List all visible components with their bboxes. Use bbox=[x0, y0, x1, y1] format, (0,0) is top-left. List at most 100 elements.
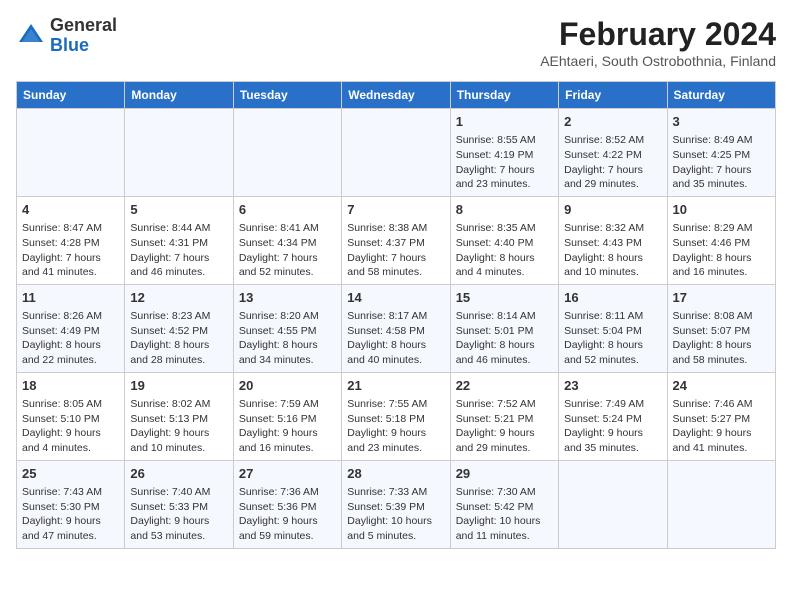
day-number: 4 bbox=[22, 201, 119, 219]
calendar-cell: 14 Sunrise: 8:17 AM Sunset: 4:58 PM Dayli… bbox=[342, 284, 450, 372]
day-info: Sunrise: 7:59 AM Sunset: 5:16 PM Dayligh… bbox=[239, 397, 336, 456]
calendar-cell: 8 Sunrise: 8:35 AM Sunset: 4:40 PM Daylig… bbox=[450, 196, 558, 284]
weekday-header-thursday: Thursday bbox=[450, 82, 558, 109]
day-info: Sunrise: 8:52 AM Sunset: 4:22 PM Dayligh… bbox=[564, 133, 661, 192]
day-info: Sunrise: 7:33 AM Sunset: 5:39 PM Dayligh… bbox=[347, 485, 444, 544]
calendar-cell: 24 Sunrise: 7:46 AM Sunset: 5:27 PM Dayli… bbox=[667, 372, 775, 460]
day-number: 2 bbox=[564, 113, 661, 131]
calendar-cell: 3 Sunrise: 8:49 AM Sunset: 4:25 PM Daylig… bbox=[667, 109, 775, 197]
calendar-cell: 20 Sunrise: 7:59 AM Sunset: 5:16 PM Dayli… bbox=[233, 372, 341, 460]
title-block: February 2024 AEhtaeri, South Ostrobothn… bbox=[540, 16, 776, 69]
logo-general: General bbox=[50, 15, 117, 35]
day-info: Sunrise: 7:46 AM Sunset: 5:27 PM Dayligh… bbox=[673, 397, 770, 456]
day-number: 16 bbox=[564, 289, 661, 307]
day-info: Sunrise: 7:52 AM Sunset: 5:21 PM Dayligh… bbox=[456, 397, 553, 456]
day-info: Sunrise: 7:40 AM Sunset: 5:33 PM Dayligh… bbox=[130, 485, 227, 544]
day-number: 27 bbox=[239, 465, 336, 483]
calendar-cell: 27 Sunrise: 7:36 AM Sunset: 5:36 PM Dayli… bbox=[233, 460, 341, 548]
day-info: Sunrise: 8:32 AM Sunset: 4:43 PM Dayligh… bbox=[564, 221, 661, 280]
weekday-header-monday: Monday bbox=[125, 82, 233, 109]
location-subtitle: AEhtaeri, South Ostrobothnia, Finland bbox=[540, 53, 776, 69]
day-info: Sunrise: 8:47 AM Sunset: 4:28 PM Dayligh… bbox=[22, 221, 119, 280]
day-info: Sunrise: 7:49 AM Sunset: 5:24 PM Dayligh… bbox=[564, 397, 661, 456]
calendar-week-5: 25 Sunrise: 7:43 AM Sunset: 5:30 PM Dayli… bbox=[17, 460, 776, 548]
weekday-header-row: SundayMondayTuesdayWednesdayThursdayFrid… bbox=[17, 82, 776, 109]
day-number: 8 bbox=[456, 201, 553, 219]
calendar-cell: 6 Sunrise: 8:41 AM Sunset: 4:34 PM Daylig… bbox=[233, 196, 341, 284]
calendar-cell: 11 Sunrise: 8:26 AM Sunset: 4:49 PM Dayli… bbox=[17, 284, 125, 372]
calendar-cell bbox=[667, 460, 775, 548]
calendar-cell: 17Sunrise: 8:08 AM Sunset: 5:07 PM Dayli… bbox=[667, 284, 775, 372]
day-info: Sunrise: 7:36 AM Sunset: 5:36 PM Dayligh… bbox=[239, 485, 336, 544]
calendar-cell: 4 Sunrise: 8:47 AM Sunset: 4:28 PM Daylig… bbox=[17, 196, 125, 284]
calendar-cell: 2 Sunrise: 8:52 AM Sunset: 4:22 PM Daylig… bbox=[559, 109, 667, 197]
calendar-cell: 16Sunrise: 8:11 AM Sunset: 5:04 PM Dayli… bbox=[559, 284, 667, 372]
day-number: 3 bbox=[673, 113, 770, 131]
day-number: 29 bbox=[456, 465, 553, 483]
calendar-cell: 5Sunrise: 8:44 AM Sunset: 4:31 PM Daylig… bbox=[125, 196, 233, 284]
day-info: Sunrise: 8:38 AM Sunset: 4:37 PM Dayligh… bbox=[347, 221, 444, 280]
day-info: Sunrise: 8:35 AM Sunset: 4:40 PM Dayligh… bbox=[456, 221, 553, 280]
day-info: Sunrise: 8:44 AM Sunset: 4:31 PM Dayligh… bbox=[130, 221, 227, 280]
day-info: Sunrise: 8:23 AM Sunset: 4:52 PM Dayligh… bbox=[130, 309, 227, 368]
day-number: 17 bbox=[673, 289, 770, 307]
day-number: 19 bbox=[130, 377, 227, 395]
logo-text: General Blue bbox=[50, 16, 117, 56]
calendar-cell bbox=[233, 109, 341, 197]
month-title: February 2024 bbox=[540, 16, 776, 53]
page-header: General Blue February 2024 AEhtaeri, Sou… bbox=[16, 16, 776, 69]
calendar-cell bbox=[559, 460, 667, 548]
day-number: 22 bbox=[456, 377, 553, 395]
calendar-cell: 10 Sunrise: 8:29 AM Sunset: 4:46 PM Dayli… bbox=[667, 196, 775, 284]
calendar-cell: 13 Sunrise: 8:20 AM Sunset: 4:55 PM Dayli… bbox=[233, 284, 341, 372]
day-info: Sunrise: 8:55 AM Sunset: 4:19 PM Dayligh… bbox=[456, 133, 553, 192]
day-info: Sunrise: 8:20 AM Sunset: 4:55 PM Dayligh… bbox=[239, 309, 336, 368]
calendar-week-3: 11 Sunrise: 8:26 AM Sunset: 4:49 PM Dayli… bbox=[17, 284, 776, 372]
calendar-week-4: 18Sunrise: 8:05 AM Sunset: 5:10 PM Dayli… bbox=[17, 372, 776, 460]
calendar-cell: 9Sunrise: 8:32 AM Sunset: 4:43 PM Daylig… bbox=[559, 196, 667, 284]
day-number: 10 bbox=[673, 201, 770, 219]
weekday-header-wednesday: Wednesday bbox=[342, 82, 450, 109]
day-number: 14 bbox=[347, 289, 444, 307]
day-info: Sunrise: 8:29 AM Sunset: 4:46 PM Dayligh… bbox=[673, 221, 770, 280]
calendar-table: SundayMondayTuesdayWednesdayThursdayFrid… bbox=[16, 81, 776, 549]
day-number: 23 bbox=[564, 377, 661, 395]
day-number: 11 bbox=[22, 289, 119, 307]
day-info: Sunrise: 7:55 AM Sunset: 5:18 PM Dayligh… bbox=[347, 397, 444, 456]
day-number: 28 bbox=[347, 465, 444, 483]
day-number: 6 bbox=[239, 201, 336, 219]
day-info: Sunrise: 8:26 AM Sunset: 4:49 PM Dayligh… bbox=[22, 309, 119, 368]
day-number: 1 bbox=[456, 113, 553, 131]
calendar-cell: 25 Sunrise: 7:43 AM Sunset: 5:30 PM Dayli… bbox=[17, 460, 125, 548]
day-number: 15 bbox=[456, 289, 553, 307]
day-info: Sunrise: 8:05 AM Sunset: 5:10 PM Dayligh… bbox=[22, 397, 119, 456]
day-info: Sunrise: 8:17 AM Sunset: 4:58 PM Dayligh… bbox=[347, 309, 444, 368]
day-info: Sunrise: 8:49 AM Sunset: 4:25 PM Dayligh… bbox=[673, 133, 770, 192]
calendar-cell: 28 Sunrise: 7:33 AM Sunset: 5:39 PM Dayli… bbox=[342, 460, 450, 548]
calendar-cell: 7Sunrise: 8:38 AM Sunset: 4:37 PM Daylig… bbox=[342, 196, 450, 284]
day-number: 13 bbox=[239, 289, 336, 307]
logo-icon bbox=[16, 21, 46, 51]
calendar-cell: 19 Sunrise: 8:02 AM Sunset: 5:13 PM Dayli… bbox=[125, 372, 233, 460]
weekday-header-tuesday: Tuesday bbox=[233, 82, 341, 109]
day-info: Sunrise: 8:02 AM Sunset: 5:13 PM Dayligh… bbox=[130, 397, 227, 456]
day-info: Sunrise: 8:41 AM Sunset: 4:34 PM Dayligh… bbox=[239, 221, 336, 280]
day-number: 25 bbox=[22, 465, 119, 483]
calendar-cell: 26 Sunrise: 7:40 AM Sunset: 5:33 PM Dayli… bbox=[125, 460, 233, 548]
day-number: 26 bbox=[130, 465, 227, 483]
calendar-cell: 15Sunrise: 8:14 AM Sunset: 5:01 PM Dayli… bbox=[450, 284, 558, 372]
day-number: 20 bbox=[239, 377, 336, 395]
calendar-cell: 18Sunrise: 8:05 AM Sunset: 5:10 PM Dayli… bbox=[17, 372, 125, 460]
calendar-week-2: 4 Sunrise: 8:47 AM Sunset: 4:28 PM Daylig… bbox=[17, 196, 776, 284]
day-info: Sunrise: 7:30 AM Sunset: 5:42 PM Dayligh… bbox=[456, 485, 553, 544]
day-number: 24 bbox=[673, 377, 770, 395]
calendar-cell: 23 Sunrise: 7:49 AM Sunset: 5:24 PM Dayli… bbox=[559, 372, 667, 460]
day-number: 12 bbox=[130, 289, 227, 307]
day-info: Sunrise: 7:43 AM Sunset: 5:30 PM Dayligh… bbox=[22, 485, 119, 544]
calendar-cell: 1 Sunrise: 8:55 AM Sunset: 4:19 PM Daylig… bbox=[450, 109, 558, 197]
calendar-cell: 21Sunrise: 7:55 AM Sunset: 5:18 PM Dayli… bbox=[342, 372, 450, 460]
logo: General Blue bbox=[16, 16, 117, 56]
calendar-cell bbox=[17, 109, 125, 197]
weekday-header-sunday: Sunday bbox=[17, 82, 125, 109]
calendar-cell: 22 Sunrise: 7:52 AM Sunset: 5:21 PM Dayli… bbox=[450, 372, 558, 460]
